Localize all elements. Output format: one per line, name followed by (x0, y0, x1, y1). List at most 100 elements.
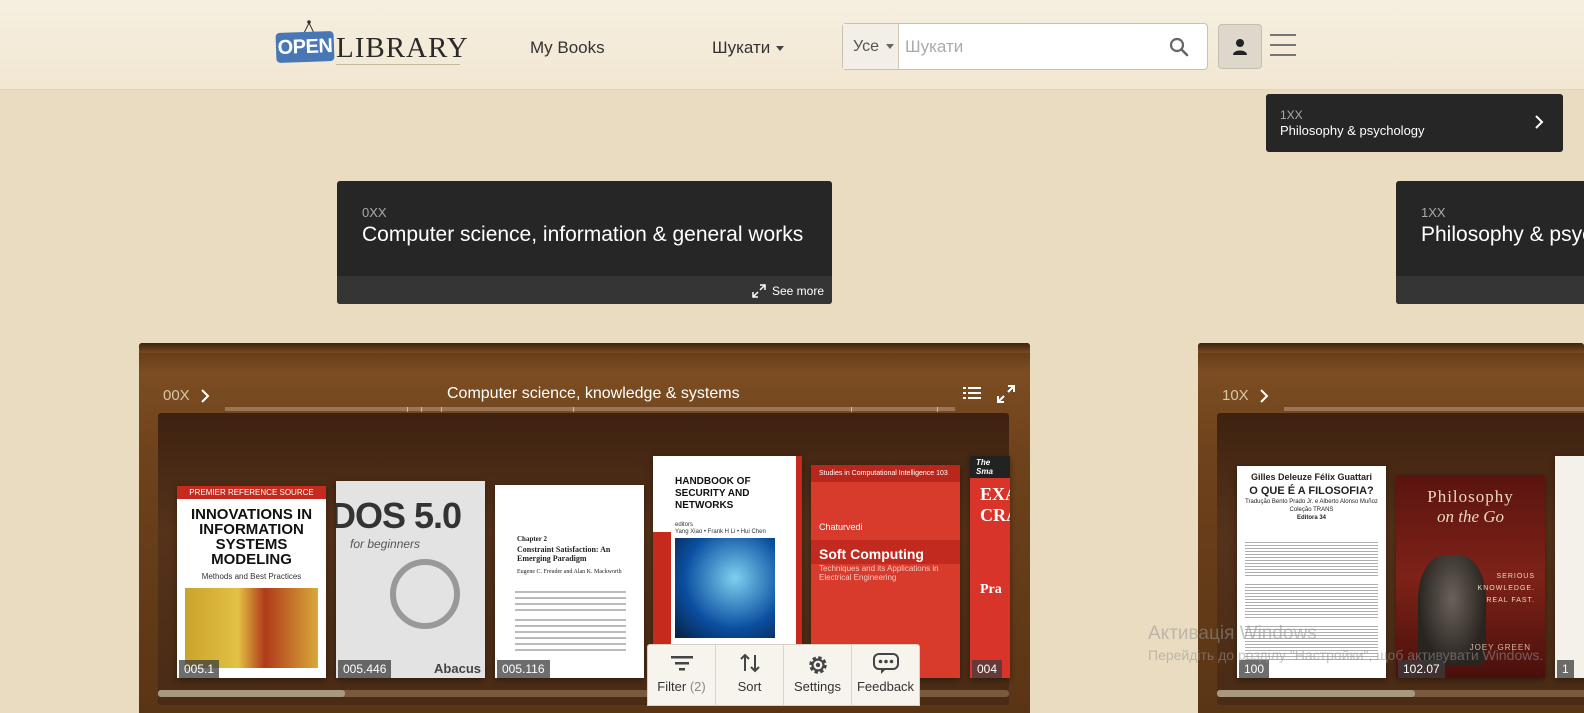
search-scope-select[interactable]: Усе (843, 24, 899, 69)
book-title: DOS 5.0 (336, 495, 462, 536)
book-artwork (675, 538, 775, 638)
chip-name: Philosophy & psychology (1280, 123, 1425, 138)
book-title: Soft Computing (811, 540, 960, 564)
book-cover[interactable]: 1 (1555, 456, 1584, 678)
book-title: Constraint Satisfaction: An Emerging Par… (517, 545, 611, 563)
list-view-icon[interactable] (963, 385, 981, 401)
book-series: Studies in Computational Intelligence 10… (811, 465, 960, 482)
filter-label: Filter (657, 679, 687, 694)
shelf-code: 00X (163, 387, 190, 404)
feedback-label: Feedback (856, 679, 915, 694)
class-card-name: Philosophy & psychology (1421, 223, 1584, 246)
hamburger-menu-icon[interactable] (1270, 34, 1296, 58)
filter-button[interactable]: Filter (2) (648, 645, 716, 705)
book-authors: Gilles Deleuze Félix Guattari (1250, 472, 1373, 482)
book-title: INNOVATIONS IN INFORMATION SYSTEMS MODEL… (190, 506, 313, 568)
sort-icon (739, 653, 760, 673)
call-number: 005.446 (338, 660, 392, 678)
open-library-logo[interactable]: OPEN LIBRARY (275, 20, 468, 68)
search-button[interactable] (1151, 24, 1207, 69)
book-tagline: SERIOUS KNOWLEDGE. REAL FAST. (1477, 573, 1535, 604)
book-series: The Sma (970, 456, 1010, 478)
class-card-footer (1396, 276, 1584, 304)
shelf-scrollbar-thumb[interactable] (158, 690, 346, 697)
book-title: Philosophy (1427, 487, 1514, 506)
book-artwork (185, 588, 318, 668)
shelf-scrollbar[interactable] (1217, 690, 1584, 697)
sort-button[interactable]: Sort (716, 645, 784, 705)
call-number: 004 (972, 660, 1003, 678)
bottom-toolbar: Filter (2) Sort Settings Feedback (647, 644, 920, 706)
book-title-2: on the Go (1436, 507, 1505, 526)
book-title: HANDBOOK OF SECURITY AND NETWORKS (675, 476, 751, 511)
logo-open-badge: OPEN (275, 30, 335, 64)
book-title: O QUE É A FILOSOFIA? (1249, 485, 1374, 497)
shelf-title: Computer science, knowledge & systems (447, 385, 740, 402)
chevron-right-icon (1259, 388, 1269, 403)
book-subtitle: Techniques and its Applications in Elect… (819, 564, 939, 582)
book-author: Chaturvedi (819, 522, 863, 532)
see-more-label: See more (771, 284, 824, 298)
shelf-scrollbar-thumb[interactable] (1217, 690, 1415, 697)
account-button[interactable] (1218, 24, 1262, 69)
book-cover[interactable]: The Sma EXA CRA Pra 004 (970, 456, 1010, 678)
book-cover[interactable]: DOS 5.0 for beginners Abacus 005.446 (336, 481, 485, 678)
filter-icon (670, 656, 693, 671)
class-card-0xx[interactable]: 0XX Computer science, information & gene… (337, 181, 832, 304)
shelf-actions (963, 385, 1015, 403)
shelf-code-nav[interactable]: 00X (163, 387, 210, 404)
windows-activation-subtitle: Перейдіть до розділу "Настройки", щоб ак… (1148, 647, 1544, 663)
book-collection: Coleção TRANS (1289, 507, 1334, 513)
book-editors: Yang Xiao • Frank H Li • Hui Chen (675, 529, 766, 535)
book-editors-label: editors (675, 522, 694, 528)
class-card-code: 1XX (1421, 205, 1446, 220)
feedback-button[interactable]: Feedback (852, 645, 919, 705)
filter-count: (2) (689, 679, 706, 694)
chevron-right-icon (200, 388, 210, 403)
class-card-name: Computer science, information & general … (362, 223, 804, 246)
caret-down-icon (886, 44, 894, 49)
search-icon (1169, 37, 1189, 56)
expand-icon[interactable] (997, 385, 1015, 403)
book-band: PREMIER REFERENCE SOURCE (177, 486, 326, 499)
logo-library-text: LIBRARY (336, 32, 469, 64)
book-artwork (390, 559, 460, 629)
nav-search-label: Шукати (712, 38, 771, 57)
class-card-code: 0XX (362, 205, 387, 220)
book-subtitle: Methods and Best Practices (201, 572, 302, 581)
book-translators: Tradução Bento Prado Jr. e Alberto Alons… (1245, 499, 1378, 505)
user-icon (1233, 38, 1247, 55)
call-number: 1 (1557, 660, 1574, 678)
shelf-code-nav[interactable]: 10X (1222, 387, 1269, 404)
book-accent (653, 532, 671, 644)
site-header: OPEN LIBRARY My Books Шукати Усе (0, 0, 1584, 90)
chip-code: 1XX (1280, 108, 1303, 122)
next-class-chip[interactable]: 1XX Philosophy & psychology (1266, 94, 1563, 152)
book-authors: Eugene C. Freuder and Alan K. Mackworth (517, 569, 622, 575)
settings-button[interactable]: Settings (784, 645, 852, 705)
caret-down-icon (776, 46, 785, 52)
book-publisher: Abacus (434, 661, 481, 676)
nav-my-books[interactable]: My Books (530, 38, 605, 58)
gear-icon (808, 656, 827, 674)
search-scope-value: Усе (853, 37, 879, 55)
feedback-icon (872, 653, 899, 674)
book-cover[interactable]: Chapter 2 Constraint Satisfaction: An Em… (495, 485, 644, 678)
sort-label: Sort (737, 679, 762, 694)
chevron-right-icon (1535, 115, 1544, 129)
class-card-1xx[interactable]: 1XX Philosophy & psychology (1396, 181, 1584, 304)
book-cover[interactable]: PREMIER REFERENCE SOURCE INNOVATIONS IN … (177, 486, 326, 678)
book-subtitle: Pra (980, 582, 1002, 597)
nav-search-menu[interactable]: Шукати (712, 38, 785, 58)
windows-activation-title: Активація Windows (1148, 623, 1317, 644)
expand-icon (752, 284, 766, 298)
book-subtitle: for beginners (350, 537, 421, 551)
call-number: 005.116 (497, 660, 550, 678)
shelf-range-indicator (225, 407, 955, 412)
logo-underline (336, 64, 460, 65)
book-publisher: Editora 34 (1296, 515, 1326, 521)
see-more-button[interactable]: See more (752, 284, 824, 298)
book-chapter: Chapter 2 (517, 535, 548, 543)
search-input[interactable] (899, 24, 1151, 69)
shelf-code: 10X (1222, 387, 1249, 404)
